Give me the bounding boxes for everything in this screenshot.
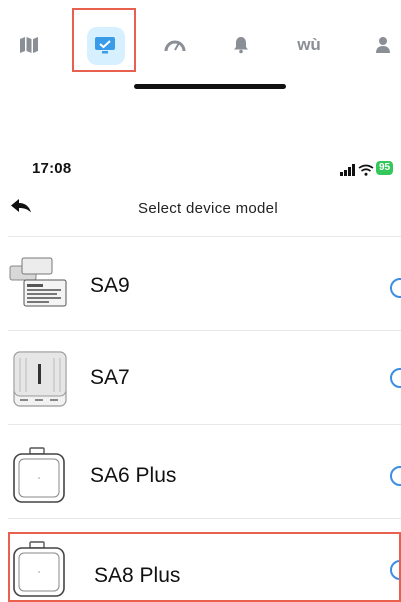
tab-map[interactable] xyxy=(0,16,58,74)
bell-icon xyxy=(234,37,248,54)
wu-icon: wù xyxy=(297,35,321,54)
nav-bar: Select device model xyxy=(0,192,401,226)
radio-button[interactable] xyxy=(390,368,401,388)
page-title: Select device model xyxy=(138,200,278,217)
device-label: SA6 Plus xyxy=(90,464,177,487)
highlight-box-sa8-plus xyxy=(8,532,401,602)
gauge-icon xyxy=(164,40,186,52)
printer-thumbnail xyxy=(13,351,67,407)
radio-button[interactable] xyxy=(390,466,401,486)
device-row-sa6-plus[interactable]: SA6 Plus xyxy=(0,424,401,518)
device-row-sa7[interactable]: SA7 xyxy=(0,330,401,424)
highlight-box-monitor-tab xyxy=(72,8,136,72)
home-indicator xyxy=(134,84,286,89)
person-icon xyxy=(376,37,390,53)
status-bar: 17:08 95 xyxy=(0,160,401,184)
square-device-thumbnail xyxy=(13,447,65,503)
tab-notifications[interactable] xyxy=(212,16,270,74)
battery-badge: 95 xyxy=(376,161,394,175)
map-icon xyxy=(20,37,38,53)
tab-profile[interactable] xyxy=(354,16,401,74)
status-time: 17:08 xyxy=(32,160,72,177)
tab-bar: wù xyxy=(0,0,401,95)
device-row-sa9[interactable]: SA9 xyxy=(0,236,401,330)
radio-button[interactable] xyxy=(390,278,401,298)
device-label: SA9 xyxy=(90,274,130,297)
tab-wu[interactable]: wù xyxy=(280,16,338,74)
tab-gauge[interactable] xyxy=(146,16,204,74)
signal-wifi-icon xyxy=(340,164,374,176)
device-label: SA7 xyxy=(90,366,130,389)
label-sheet-thumbnail xyxy=(9,257,67,307)
